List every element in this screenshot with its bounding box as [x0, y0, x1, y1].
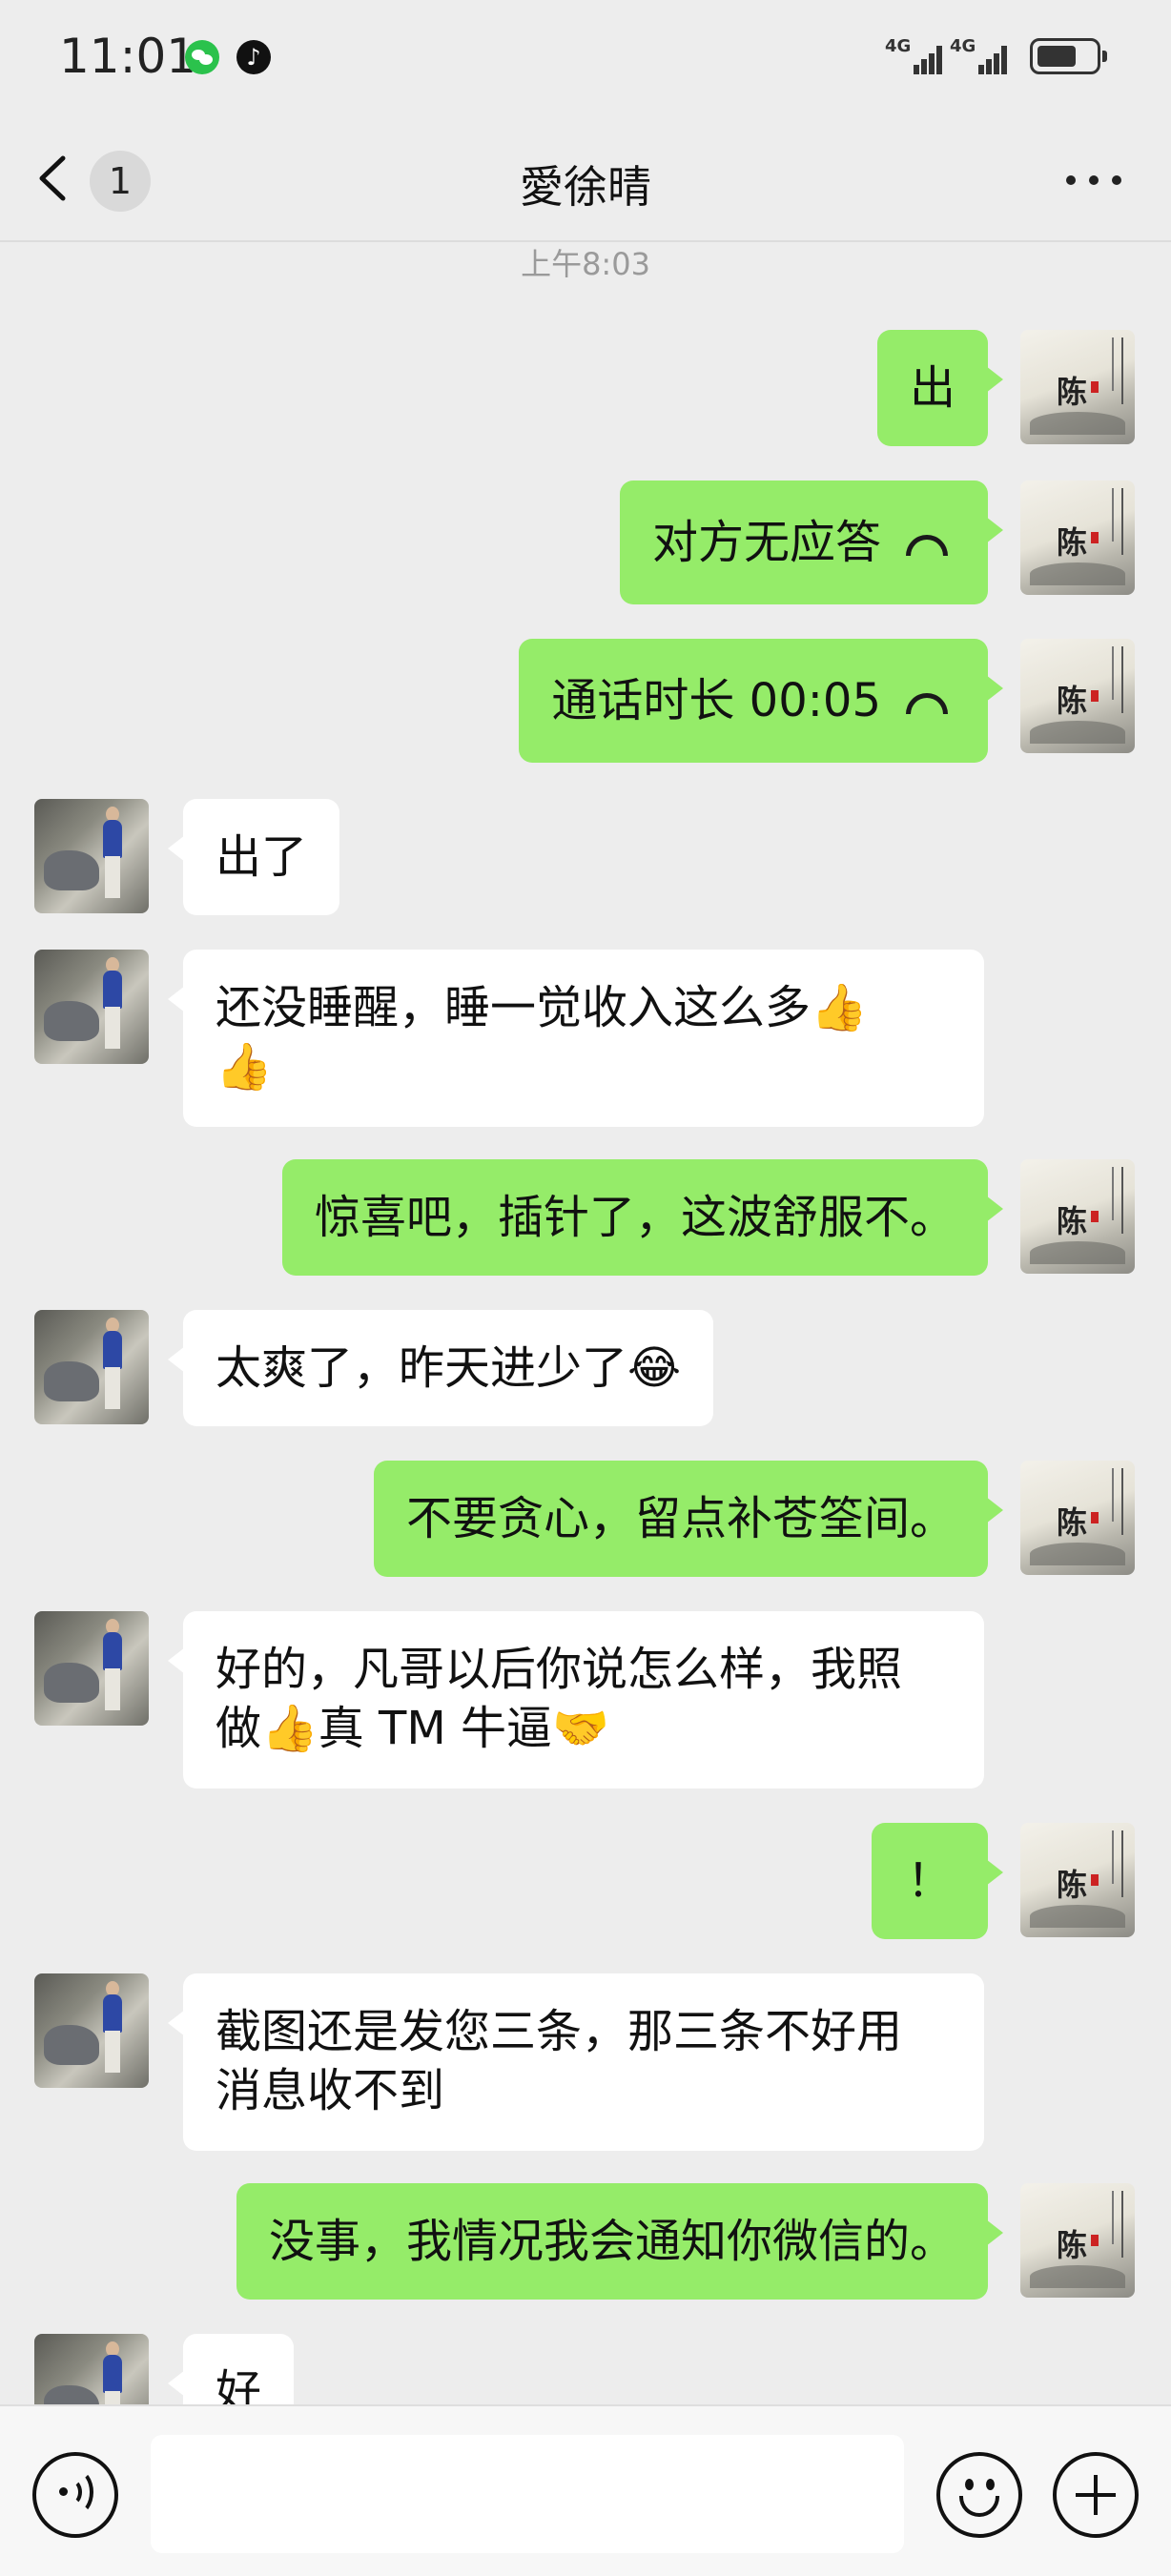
message-bubble[interactable]: 好的，凡哥以后你说怎么样，我照 做👍真 TM 牛逼🤝 — [168, 1611, 984, 1789]
avatar[interactable] — [34, 1611, 149, 1726]
message-text-line2: 做👍真 TM 牛逼🤝 — [216, 1702, 609, 1755]
message-bubble[interactable]: 太爽了，昨天进少了😂 — [167, 1310, 714, 1426]
avatar[interactable]: 陈 — [1020, 330, 1135, 444]
avatar[interactable]: 陈 — [1020, 639, 1135, 753]
message-text: 好的，凡哥以后你说怎么样，我照 — [216, 1643, 903, 1696]
message-bubble[interactable]: 截图还是发您三条，那三条不好用 消息收不到 — [168, 1973, 984, 2151]
chat-title: 愛徐晴 — [520, 161, 651, 213]
chat-header: 1 愛徐晴 — [0, 114, 1171, 242]
message-bubble[interactable]: 不要贪心，留点补苍筌间。 — [373, 1461, 1004, 1577]
avatar[interactable]: 陈 — [1020, 1159, 1135, 1274]
signal-icon: 4G — [885, 34, 942, 78]
avatar[interactable]: 陈 — [1020, 480, 1135, 595]
status-bar: 11:01 ♪ 4G 4G — [0, 0, 1171, 114]
message-text: 通话时长 00:05 — [551, 674, 881, 727]
signal-icon: 4G — [950, 34, 1007, 78]
message-bubble[interactable]: 还没睡醒，睡一觉收入这么多👍 👍 — [168, 950, 984, 1127]
avatar[interactable] — [34, 1310, 149, 1424]
message-text: 出了 — [216, 830, 308, 884]
avatar[interactable] — [34, 799, 149, 913]
message-text: 惊喜吧，插针了，这波舒服不。 — [314, 1191, 955, 1244]
avatar-seal: 陈 — [1057, 1197, 1099, 1241]
message-timestamp: 上午8:03 — [521, 246, 650, 282]
message-text: 对方无应答 — [651, 516, 881, 569]
avatar-seal: 陈 — [1057, 2221, 1099, 2265]
message-text: 没事，我情况我会通知你微信的。 — [268, 2215, 955, 2268]
avatar[interactable] — [34, 1973, 149, 2088]
message-bubble[interactable]: 出了 — [167, 799, 340, 915]
input-bar — [0, 2404, 1171, 2576]
wechat-notification-icon — [185, 40, 219, 74]
message-text-line2: 消息收不到 — [216, 2064, 445, 2117]
phone-hangup-icon — [902, 693, 955, 714]
message-bubble[interactable]: 出 — [876, 330, 1004, 446]
avatar-seal: 陈 — [1057, 1861, 1099, 1905]
tiktok-notification-icon: ♪ — [236, 40, 271, 74]
avatar-seal: 陈 — [1057, 368, 1099, 412]
message-text: 太爽了，昨天进少了😂 — [216, 1341, 682, 1395]
message-text: 不要贪心，留点补苍筌间。 — [405, 1492, 955, 1545]
message-text: 出 — [909, 361, 955, 415]
message-bubble[interactable]: ！ — [872, 1823, 1003, 1939]
message-text: 截图还是发您三条，那三条不好用 — [216, 2005, 903, 2058]
avatar[interactable]: 陈 — [1020, 1461, 1135, 1575]
avatar-seal: 陈 — [1057, 677, 1099, 721]
message-input[interactable] — [151, 2435, 904, 2553]
message-text: ！ — [906, 1854, 953, 1908]
avatar[interactable] — [34, 950, 149, 1064]
message-bubble[interactable]: 惊喜吧，插针了，这波舒服不。 — [281, 1159, 1004, 1276]
battery-icon — [1030, 38, 1107, 74]
avatar-seal: 陈 — [1057, 519, 1099, 562]
avatar-seal: 陈 — [1057, 1499, 1099, 1543]
voice-icon[interactable] — [32, 2452, 118, 2538]
more-dots-icon[interactable] — [1066, 175, 1123, 185]
signal-label: 4G — [950, 36, 976, 56]
avatar[interactable]: 陈 — [1020, 2183, 1135, 2298]
emoji-icon[interactable] — [936, 2452, 1022, 2538]
message-text: 还没睡醒，睡一觉收入这么多👍 — [216, 981, 868, 1034]
plus-icon[interactable] — [1053, 2452, 1139, 2538]
message-text-line2: 👍 — [216, 1040, 273, 1094]
signal-label: 4G — [885, 36, 912, 56]
avatar[interactable]: 陈 — [1020, 1823, 1135, 1937]
message-bubble[interactable]: 没事，我情况我会通知你微信的。 — [236, 2183, 1004, 2300]
status-time: 11:01 — [59, 29, 197, 84]
call-record-bubble[interactable]: 对方无应答 — [619, 480, 1004, 604]
call-record-bubble[interactable]: 通话时长 00:05 — [519, 639, 1003, 763]
phone-hangup-icon — [902, 535, 955, 556]
